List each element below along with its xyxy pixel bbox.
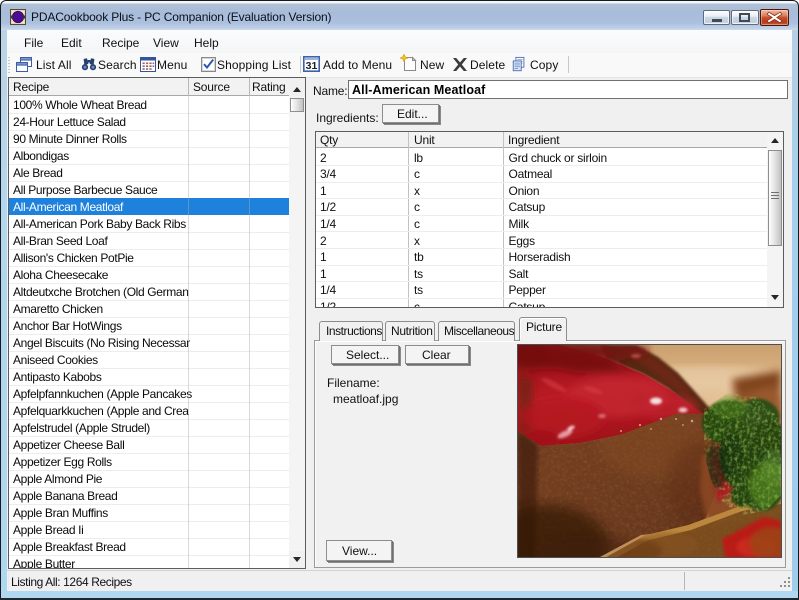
svg-text:31: 31 xyxy=(306,60,318,72)
